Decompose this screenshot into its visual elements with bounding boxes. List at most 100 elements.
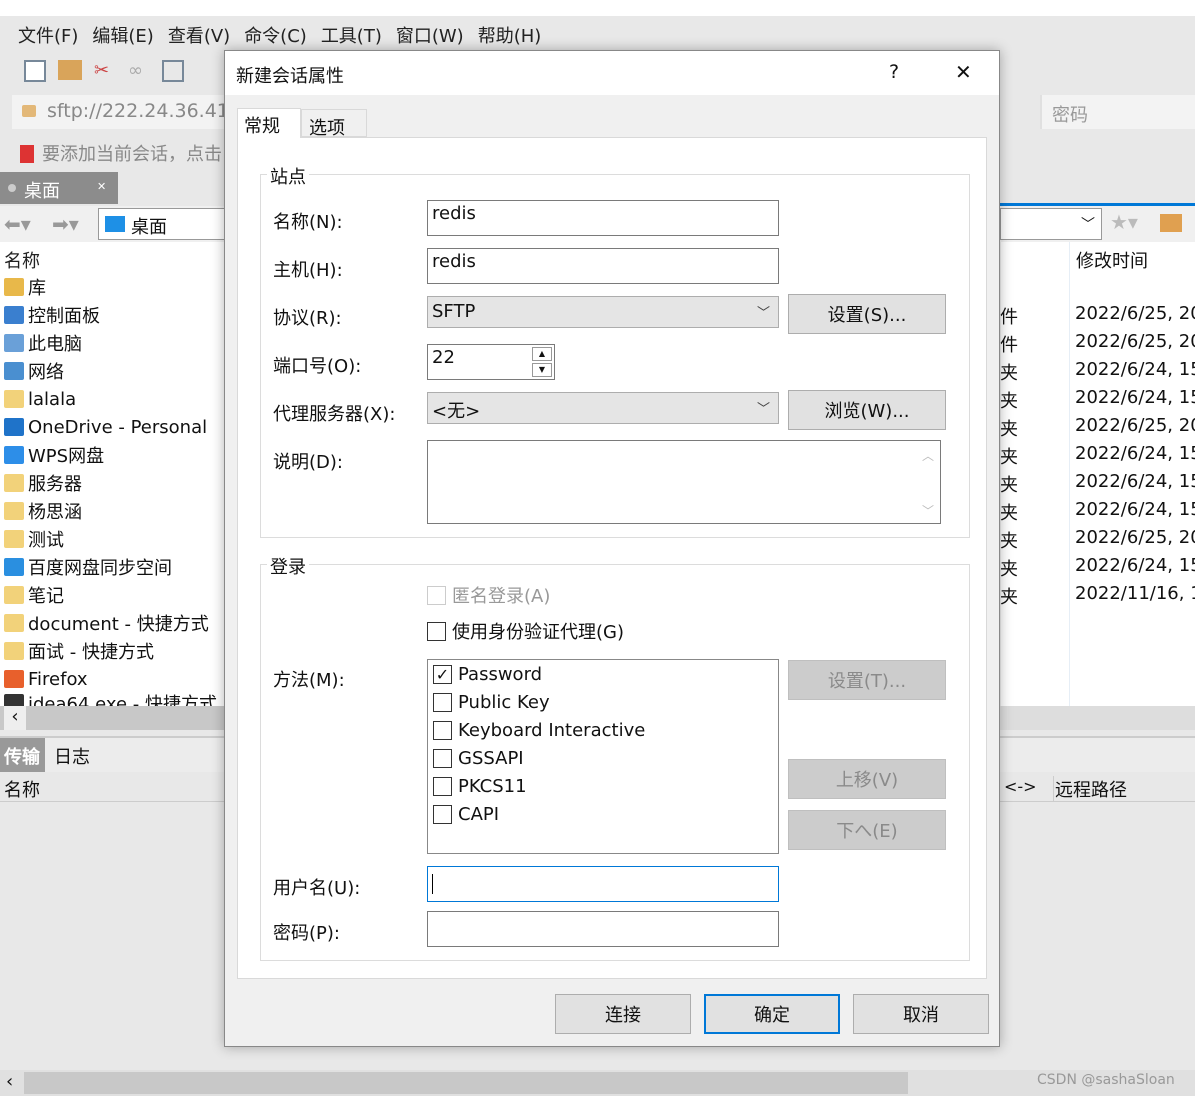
dialog-title-bar: 新建会话属性 ? ✕ — [225, 51, 999, 95]
file-icon — [4, 390, 24, 408]
anonymous-login-checkbox[interactable]: 匿名登录(A) — [427, 582, 550, 608]
protocol-settings-button[interactable]: 设置(S)... — [788, 294, 946, 334]
site-group-title: 站点 — [267, 163, 309, 189]
settings-icon[interactable] — [162, 60, 184, 82]
file-row[interactable]: 面试 - 快捷方式 — [4, 637, 154, 665]
column-name[interactable]: 名称 — [4, 247, 40, 273]
file-row[interactable]: 笔记 — [4, 581, 64, 609]
address-bar[interactable]: sftp://222.24.36.41 — [12, 95, 229, 129]
tab-log[interactable]: 日志 — [54, 743, 90, 769]
scroll-left-icon[interactable]: ‹ — [4, 706, 26, 730]
title-bar — [0, 0, 1195, 16]
login-group-title: 登录 — [267, 553, 309, 579]
menu-file[interactable]: 文件(F) — [18, 22, 78, 48]
file-row[interactable]: 库 — [4, 273, 46, 301]
menu-window[interactable]: 窗口(W) — [396, 22, 464, 48]
path-box[interactable]: 桌面 — [98, 208, 228, 240]
tab-transfer[interactable]: 传输 — [0, 738, 45, 772]
tab-desktop[interactable]: 桌面 ✕ — [0, 172, 118, 204]
parent-folder-icon[interactable] — [1160, 214, 1182, 232]
file-row[interactable]: Firefox — [4, 665, 88, 693]
scroll-down-icon[interactable]: ﹀ — [922, 502, 934, 519]
menu-view[interactable]: 查看(V) — [168, 22, 230, 48]
cancel-button[interactable]: 取消 — [853, 994, 989, 1034]
open-folder-icon[interactable] — [58, 60, 82, 80]
transfer-col-name[interactable]: 名称 — [4, 776, 40, 802]
password-input[interactable] — [427, 911, 779, 947]
menu-edit[interactable]: 编辑(E) — [92, 22, 153, 48]
horizontal-scrollbar[interactable]: ‹ — [0, 706, 224, 730]
move-down-button[interactable]: 下へ(E) — [788, 810, 946, 850]
port-label: 端口号(O): — [273, 356, 362, 377]
file-row[interactable]: document - 快捷方式 — [4, 609, 209, 637]
transfer-col-direction[interactable]: <-> — [1004, 777, 1037, 796]
file-name: 百度网盘同步空间 — [28, 558, 172, 579]
browse-button[interactable]: 浏览(W)... — [788, 390, 946, 430]
move-up-button[interactable]: 上移(V) — [788, 759, 946, 799]
name-label: 名称(N): — [273, 212, 343, 233]
bottom-scrollbar[interactable]: ‹ — [0, 1070, 1195, 1096]
menu-command[interactable]: 命令(C) — [244, 22, 307, 48]
method-label: GSSAPI — [458, 748, 524, 769]
connect-button[interactable]: 连接 — [555, 994, 691, 1034]
spin-up-icon[interactable]: ▲ — [532, 347, 552, 361]
file-row[interactable]: 测试 — [4, 525, 64, 553]
scroll-up-icon[interactable]: ︿ — [922, 447, 934, 464]
scroll-left-icon[interactable]: ‹ — [6, 1071, 13, 1092]
name-input[interactable]: redis — [427, 200, 779, 236]
file-row[interactable]: 百度网盘同步空间 — [4, 553, 172, 581]
password-field[interactable]: 密码 — [1040, 95, 1195, 129]
protocol-select[interactable]: SFTP ﹀ — [427, 296, 779, 328]
menu-help[interactable]: 帮助(H) — [478, 22, 542, 48]
file-row[interactable]: 杨思涵 — [4, 497, 82, 525]
back-icon[interactable]: ⬅▾ — [4, 212, 31, 236]
file-row[interactable]: lalala — [4, 385, 76, 413]
file-type: 夹 — [1000, 419, 1018, 440]
method-settings-button[interactable]: 设置(T)... — [788, 660, 946, 700]
host-input[interactable]: redis — [427, 248, 779, 284]
file-row[interactable]: 控制面板 — [4, 301, 100, 329]
username-input[interactable] — [427, 866, 779, 902]
column-modified[interactable]: 修改时间 — [1076, 247, 1148, 273]
spin-down-icon[interactable]: ▼ — [532, 363, 552, 377]
file-row[interactable]: 服务器 — [4, 469, 82, 497]
method-capi-checkbox[interactable]: CAPI — [433, 804, 499, 825]
port-stepper[interactable]: 22 ▲ ▼ — [427, 344, 555, 380]
bookmark-icon — [20, 145, 34, 163]
tab-close-icon[interactable]: ✕ — [97, 180, 106, 193]
ok-button[interactable]: 确定 — [704, 994, 840, 1034]
method-password-checkbox[interactable]: ✓ Password — [433, 664, 542, 685]
method-public-key-checkbox[interactable]: Public Key — [433, 692, 550, 713]
remote-path-box[interactable]: ﹀ — [1000, 208, 1102, 240]
file-row[interactable]: 网络 — [4, 357, 64, 385]
file-type: 夹 — [1000, 475, 1018, 496]
proxy-select[interactable]: <无> ﹀ — [427, 392, 779, 424]
file-icon — [4, 418, 24, 436]
transfer-col-remote[interactable]: 远程路径 — [1053, 776, 1127, 802]
disconnect-icon[interactable]: ✂ — [94, 60, 116, 82]
username-label: 用户名(U): — [273, 878, 361, 899]
file-row[interactable]: 此电脑 — [4, 329, 82, 357]
tab-general[interactable]: 常规 — [237, 108, 301, 138]
help-button[interactable]: ? — [889, 61, 899, 83]
file-modified: 2022/6/24, 15 — [1075, 387, 1195, 408]
remote-scrollbar[interactable] — [1000, 706, 1195, 730]
method-label: Public Key — [458, 692, 550, 713]
new-session-icon[interactable] — [24, 60, 46, 82]
menu-tools[interactable]: 工具(T) — [321, 22, 382, 48]
file-row[interactable]: OneDrive - Personal — [4, 413, 207, 441]
star-icon[interactable]: ★▾ — [1110, 210, 1138, 234]
file-name: 库 — [28, 278, 46, 299]
method-keyboard-interactive-checkbox[interactable]: Keyboard Interactive — [433, 720, 645, 741]
tab-options[interactable]: 选项 — [301, 109, 367, 139]
method-pkcs11-checkbox[interactable]: PKCS11 — [433, 776, 527, 797]
forward-icon[interactable]: ➡▾ — [52, 212, 79, 236]
close-button[interactable]: ✕ — [955, 60, 972, 84]
scroll-thumb[interactable] — [24, 1072, 908, 1094]
method-gssapi-checkbox[interactable]: GSSAPI — [433, 748, 524, 769]
text-cursor — [432, 874, 433, 894]
link-icon[interactable]: ∞ — [128, 60, 150, 82]
description-textarea[interactable]: ︿ ﹀ — [427, 440, 941, 524]
auth-agent-checkbox[interactable]: 使用身份验证代理(G) — [427, 618, 624, 644]
file-row[interactable]: WPS网盘 — [4, 441, 104, 469]
